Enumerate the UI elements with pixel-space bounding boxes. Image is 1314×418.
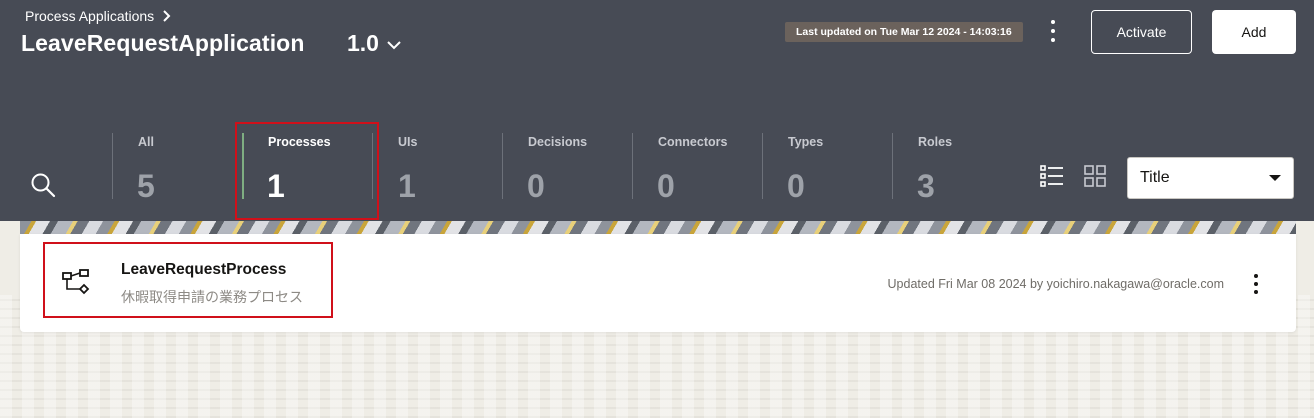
filter-all-count[interactable]: 5	[137, 168, 155, 205]
grid-view-icon[interactable]	[1084, 165, 1106, 187]
filter-types-count[interactable]: 0	[787, 168, 805, 205]
filter-divider	[112, 133, 113, 199]
filter-types-label[interactable]: Types	[788, 135, 823, 149]
filter-divider	[762, 133, 763, 199]
version-selector[interactable]: 1.0	[347, 30, 401, 57]
highlight-processes-filter	[235, 122, 379, 220]
filter-connectors-count[interactable]: 0	[657, 168, 675, 205]
activate-button[interactable]: Activate	[1091, 10, 1192, 54]
filter-uis-count[interactable]: 1	[398, 168, 416, 205]
last-updated-badge: Last updated on Tue Mar 12 2024 - 14:03:…	[785, 22, 1023, 42]
filter-uis-label[interactable]: UIs	[398, 135, 417, 149]
search-icon[interactable]	[30, 172, 56, 198]
sort-select-value: Title	[1140, 169, 1170, 186]
breadcrumb-link[interactable]: Process Applications	[25, 8, 154, 24]
page: Process Applications LeaveRequestApplica…	[0, 0, 1314, 418]
sort-select[interactable]: Title	[1127, 157, 1294, 199]
chevron-down-icon	[387, 40, 401, 49]
filter-decisions-label[interactable]: Decisions	[528, 135, 587, 149]
filter-all-label[interactable]: All	[138, 135, 154, 149]
filter-divider	[502, 133, 503, 199]
highlight-process-item	[43, 242, 333, 318]
filter-roles-count[interactable]: 3	[917, 168, 935, 205]
add-button[interactable]: Add	[1212, 10, 1296, 54]
filter-connectors-label[interactable]: Connectors	[658, 135, 727, 149]
breadcrumb[interactable]: Process Applications	[25, 8, 172, 24]
app-title: LeaveRequestApplication	[21, 30, 305, 56]
caret-down-icon	[1269, 175, 1281, 181]
more-options-icon[interactable]	[1043, 18, 1063, 44]
item-more-options-icon[interactable]	[1253, 274, 1259, 294]
decorative-banner	[20, 221, 1296, 235]
filter-divider	[632, 133, 633, 199]
filter-roles-label[interactable]: Roles	[918, 135, 952, 149]
filter-divider	[892, 133, 893, 199]
filter-decisions-count[interactable]: 0	[527, 168, 545, 205]
chevron-right-icon	[163, 10, 171, 22]
process-updated-info: Updated Fri Mar 08 2024 by yoichiro.naka…	[887, 277, 1224, 291]
version-label: 1.0	[347, 30, 379, 56]
list-view-icon[interactable]	[1040, 165, 1064, 187]
